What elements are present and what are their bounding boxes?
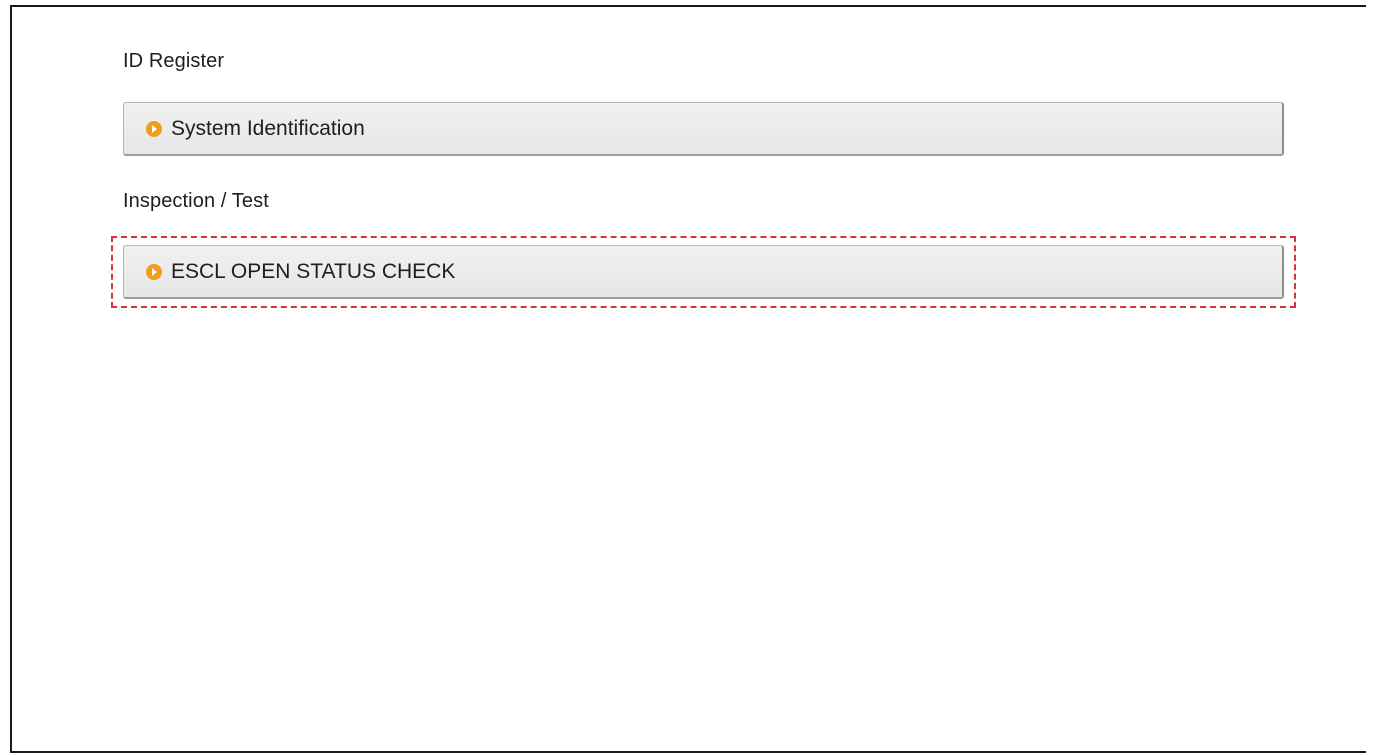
- system-identification-label: System Identification: [171, 116, 365, 140]
- section-heading-id-register: ID Register: [123, 50, 225, 72]
- section-heading-inspection-test: Inspection / Test: [123, 190, 269, 212]
- circle-arrow-right-icon: [146, 120, 162, 137]
- escl-open-status-check-label: ESCL OPEN STATUS CHECK: [171, 259, 456, 283]
- escl-open-status-check-button[interactable]: ESCL OPEN STATUS CHECK: [123, 245, 1284, 299]
- system-identification-button[interactable]: System Identification: [123, 102, 1284, 156]
- circle-arrow-right-icon: [146, 263, 162, 280]
